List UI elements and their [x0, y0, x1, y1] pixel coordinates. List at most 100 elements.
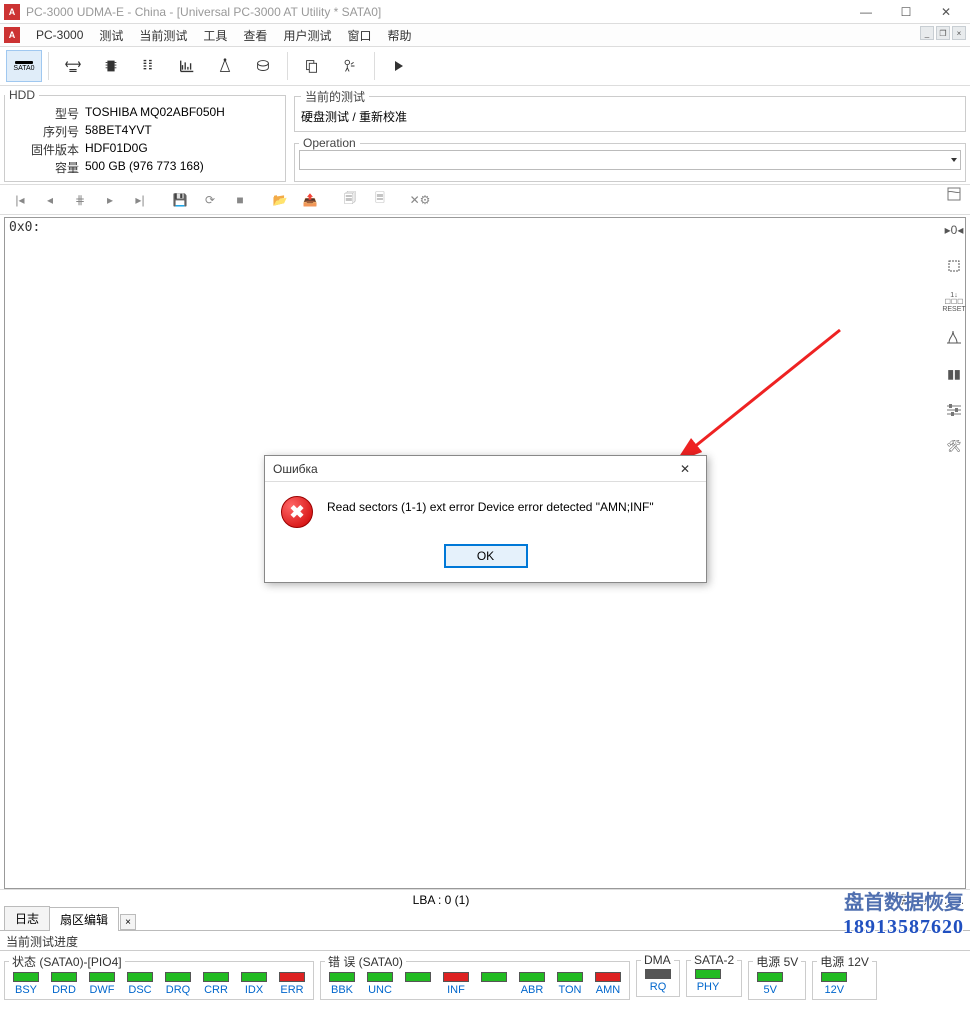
toolbar-btn-compass[interactable] — [207, 50, 243, 82]
sata0-button[interactable]: SATA0 — [6, 50, 42, 82]
hdd-cap-value: 500 GB (976 773 168) — [85, 159, 204, 176]
led-indicator — [89, 972, 115, 982]
save-button[interactable]: 💾 — [166, 188, 194, 212]
operation-dropdown[interactable] — [299, 150, 961, 170]
nav-goto-button[interactable]: ⋕ — [66, 188, 94, 212]
hdd-serial-value: 58BET4YVT — [85, 123, 152, 140]
close-button[interactable]: ✕ — [926, 1, 966, 23]
toolbar-btn-play[interactable] — [381, 50, 417, 82]
nav-prev-button[interactable]: ◂ — [36, 188, 64, 212]
dialog-close-button[interactable]: ✕ — [672, 458, 698, 480]
led-AMN: AMN — [591, 972, 625, 996]
palette-scroll-icon[interactable] — [943, 183, 965, 205]
led-label: TON — [558, 984, 581, 996]
hdd-fw-label: 固件版本 — [11, 141, 85, 158]
led-DRQ: DRQ — [161, 972, 195, 996]
menu-view[interactable]: 查看 — [235, 25, 275, 46]
led-blank-4 — [477, 972, 511, 996]
led-indicator — [481, 972, 507, 982]
sata-icon: SATA0 — [13, 61, 34, 72]
refresh-button[interactable]: ⟳ — [196, 188, 224, 212]
palette-probe-icon[interactable] — [943, 327, 965, 349]
led-label: DSC — [128, 984, 151, 996]
toolbar-btn-chip[interactable] — [93, 50, 129, 82]
footer-status: 状态 (SATA0)-[PIO4]BSYDRDDWFDSCDRQCRRIDXER… — [0, 951, 970, 1004]
nav-next-button[interactable]: ▸ — [96, 188, 124, 212]
minimize-button[interactable]: — — [846, 1, 886, 23]
paste-button[interactable]: 🗏 — [366, 188, 394, 212]
export-button[interactable]: 📤 — [296, 188, 324, 212]
led-group-legend: SATA-2 — [691, 953, 737, 967]
maximize-button[interactable]: ☐ — [886, 1, 926, 23]
led-CRR: CRR — [199, 972, 233, 996]
settings-button[interactable]: ✕⚙ — [406, 188, 434, 212]
toolbar-btn-1[interactable] — [55, 50, 91, 82]
lba-display: LBA : 0 (1) — [413, 893, 470, 907]
tab-close-button[interactable]: × — [120, 914, 136, 930]
led-blank-2 — [401, 972, 435, 996]
led-ERR: ERR — [275, 972, 309, 996]
progress-label: 当前测试进度 — [0, 931, 970, 951]
tab-sector-edit[interactable]: 扇区编辑 — [49, 907, 119, 931]
led-INF: INF — [439, 972, 473, 996]
menu-tools[interactable]: 工具 — [195, 25, 235, 46]
dialog-title: Ошибка — [273, 462, 318, 476]
mdi-restore[interactable]: ❐ — [936, 26, 950, 40]
led-group-legend: 电源 12V — [817, 953, 872, 970]
palette-reset-icon[interactable]: 1↓☐☐☐RESET — [943, 291, 965, 313]
led-indicator — [127, 972, 153, 982]
led-label: CRR — [204, 984, 228, 996]
palette-spin-icon[interactable]: ▸0◂ — [943, 219, 965, 241]
palette-sliders-icon[interactable] — [943, 399, 965, 421]
menu-window[interactable]: 窗口 — [339, 25, 379, 46]
menu-test[interactable]: 测试 — [91, 25, 131, 46]
chevron-down-icon — [951, 158, 957, 162]
copy-button[interactable]: 🗐 — [336, 188, 364, 212]
led-label: 5V — [764, 984, 777, 996]
current-test-legend: 当前的测试 — [301, 88, 369, 105]
led-indicator — [165, 972, 191, 982]
tab-log[interactable]: 日志 — [4, 906, 50, 930]
menu-user-test[interactable]: 用户测试 — [275, 25, 339, 46]
led-group-legend: 状态 (SATA0)-[PIO4] — [9, 953, 125, 970]
hdd-serial-label: 序列号 — [11, 123, 85, 140]
toolbar-btn-list[interactable] — [131, 50, 167, 82]
nav-last-button[interactable]: ▸| — [126, 188, 154, 212]
mdi-minimize[interactable]: _ — [920, 26, 934, 40]
palette-pause-icon[interactable]: ▮▮ — [943, 363, 965, 385]
dialog-message: Read sectors (1-1) ext error Device erro… — [327, 496, 654, 514]
led-UNC: UNC — [363, 972, 397, 996]
led-label: DRD — [52, 984, 76, 996]
menu-pc3000[interactable]: PC-3000 — [28, 26, 91, 44]
led-group-2: DMARQ — [636, 953, 680, 997]
palette-tools-icon[interactable]: 🛠 — [943, 435, 965, 457]
led-label: IDX — [245, 984, 263, 996]
led-12V: 12V — [817, 972, 851, 996]
led-group-5: 电源 12V 12V — [812, 953, 877, 1000]
dialog-ok-button[interactable]: OK — [444, 544, 528, 568]
nav-first-button[interactable]: |◂ — [6, 188, 34, 212]
toolbar-btn-copy[interactable] — [294, 50, 330, 82]
window-title: PC-3000 UDMA-E - China - [Universal PC-3… — [26, 5, 846, 19]
toolbar-btn-run[interactable] — [332, 50, 368, 82]
status-bar: LBA : 0 (1) 硬盘访问...... — [0, 889, 970, 909]
mdi-close[interactable]: × — [952, 26, 966, 40]
open-button[interactable]: 📂 — [266, 188, 294, 212]
stop-button[interactable]: ■ — [226, 188, 254, 212]
led-indicator — [203, 972, 229, 982]
editor-toolbar: |◂ ◂ ⋕ ▸ ▸| 💾 ⟳ ■ 📂 📤 🗐 🗏 ✕⚙ — [0, 185, 970, 215]
toolbar-btn-disk[interactable] — [245, 50, 281, 82]
palette-chip-icon[interactable] — [943, 255, 965, 277]
hdd-model-label: 型号 — [11, 105, 85, 122]
toolbar-btn-chart[interactable] — [169, 50, 205, 82]
led-indicator — [557, 972, 583, 982]
menu-help[interactable]: 帮助 — [379, 25, 419, 46]
app-icon-small: A — [4, 27, 20, 43]
led-BSY: BSY — [9, 972, 43, 996]
led-label: RQ — [650, 981, 667, 993]
led-label: DRQ — [166, 984, 190, 996]
led-ABR: ABR — [515, 972, 549, 996]
led-label: ABR — [521, 984, 544, 996]
menu-current-test[interactable]: 当前测试 — [131, 25, 195, 46]
led-indicator — [367, 972, 393, 982]
